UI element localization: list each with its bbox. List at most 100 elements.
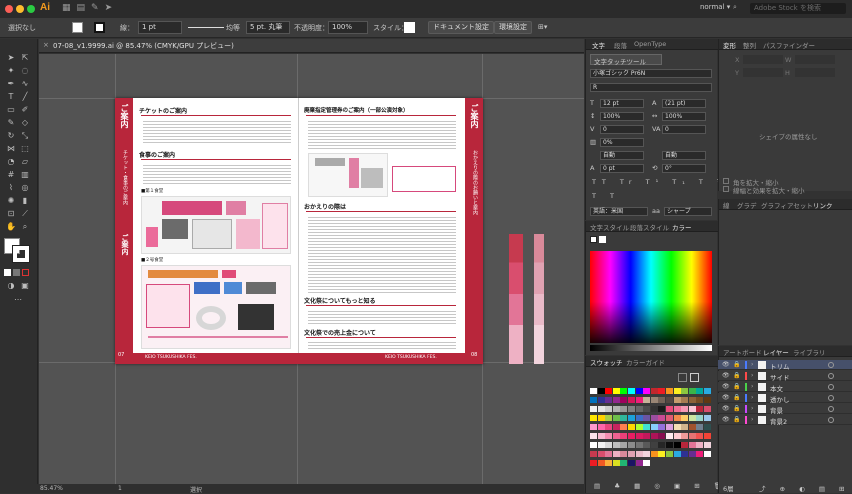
color-swatch[interactable] xyxy=(612,388,620,394)
color-swatch[interactable] xyxy=(650,451,658,457)
tab-character[interactable]: 文字 xyxy=(592,40,605,50)
visibility-eye-icon[interactable]: 👁 xyxy=(722,383,730,390)
color-swatch[interactable] xyxy=(597,388,605,394)
color-swatch[interactable] xyxy=(605,415,613,421)
color-swatch[interactable] xyxy=(628,388,635,394)
color-swatch[interactable] xyxy=(681,424,689,430)
color-swatch[interactable] xyxy=(688,406,696,412)
stroke-width-field[interactable]: 1 pt xyxy=(138,21,182,34)
grayscale-ramp[interactable] xyxy=(590,345,712,351)
layer-name[interactable]: サイド xyxy=(770,372,790,382)
color-swatch[interactable] xyxy=(597,451,605,457)
lasso-icon[interactable]: ◌ xyxy=(20,66,30,76)
color-swatch[interactable] xyxy=(673,451,681,457)
color-swatch[interactable] xyxy=(605,397,613,403)
tab-gradient[interactable]: グラデ xyxy=(737,200,757,210)
color-swatch[interactable] xyxy=(635,442,643,448)
color-swatch[interactable] xyxy=(605,388,613,394)
close-window-button[interactable] xyxy=(5,5,13,13)
color-swatch[interactable] xyxy=(643,424,651,430)
layer-row[interactable]: 👁 🔒 › 背景2 xyxy=(718,415,852,426)
pen-tool-icon[interactable]: ✒ xyxy=(6,79,16,89)
shaper-icon[interactable]: ✎ xyxy=(6,118,16,128)
color-swatch[interactable] xyxy=(590,415,597,421)
layer-row[interactable]: 👁 🔒 › サイド xyxy=(718,371,852,382)
font-size-field[interactable]: 12 pt xyxy=(600,99,644,108)
pen-icon[interactable]: ✎ xyxy=(91,3,105,13)
color-swatch[interactable] xyxy=(643,433,651,439)
color-swatch[interactable] xyxy=(635,388,643,394)
color-swatch[interactable] xyxy=(620,415,628,421)
color-swatch[interactable] xyxy=(681,406,689,412)
color-swatch[interactable] xyxy=(650,406,658,412)
layer-name[interactable]: 透かし xyxy=(770,394,790,404)
layer-footer-icons[interactable]: ⤴ ⊕ ◐ ▤ ⊞ 🗑 xyxy=(759,483,852,493)
tab-color-guide[interactable]: カラーガイド xyxy=(626,357,665,367)
color-swatch[interactable] xyxy=(681,388,689,394)
color-swatch[interactable] xyxy=(590,451,597,457)
horizontal-scale-field[interactable]: 100% xyxy=(662,112,706,121)
color-swatch[interactable] xyxy=(590,433,597,439)
color-swatch[interactable] xyxy=(673,406,681,412)
color-swatch[interactable] xyxy=(704,433,711,439)
color-swatch[interactable] xyxy=(666,433,673,439)
color-swatch[interactable] xyxy=(704,388,711,394)
zoom-window-button[interactable] xyxy=(27,5,35,13)
color-swatch[interactable] xyxy=(620,388,628,394)
visibility-eye-icon[interactable]: 👁 xyxy=(722,361,730,368)
lock-icon[interactable]: 🔒 xyxy=(733,416,740,423)
aki-left-select[interactable]: 自動 xyxy=(600,151,644,160)
graph-tool-icon[interactable]: ▮ xyxy=(20,196,30,206)
curvature-icon[interactable]: ∿ xyxy=(20,79,30,89)
stroke-color-swatch[interactable] xyxy=(94,22,105,33)
color-swatch[interactable] xyxy=(658,415,666,421)
tab-paragraph[interactable]: 段落 xyxy=(614,40,627,50)
color-swatch[interactable] xyxy=(605,460,613,466)
free-transform-icon[interactable]: ⬚ xyxy=(20,144,30,154)
color-swatch[interactable] xyxy=(666,415,673,421)
color-swatch[interactable] xyxy=(620,406,628,412)
target-icon[interactable] xyxy=(828,406,834,412)
color-swatch[interactable] xyxy=(696,406,704,412)
color-swatch[interactable] xyxy=(612,460,620,466)
fill-indicator[interactable] xyxy=(590,236,597,243)
tab-pathfinder[interactable]: パスファインダー xyxy=(763,40,815,50)
target-icon[interactable] xyxy=(828,384,834,390)
color-swatch[interactable] xyxy=(628,415,635,421)
color-swatch[interactable] xyxy=(658,442,666,448)
color-swatch[interactable] xyxy=(650,433,658,439)
tab-align[interactable]: 整列 xyxy=(743,40,756,50)
profile-select[interactable]: 均等 xyxy=(226,23,240,33)
color-swatch[interactable] xyxy=(628,397,635,403)
color-swatch[interactable] xyxy=(658,406,666,412)
expand-arrow-icon[interactable]: › xyxy=(751,383,753,390)
color-swatch[interactable] xyxy=(696,388,704,394)
color-swatch[interactable] xyxy=(597,406,605,412)
font-family-select[interactable]: 小塚ゴシック Pr6N xyxy=(590,69,712,78)
color-swatch[interactable] xyxy=(612,397,620,403)
close-tab-icon[interactable]: × xyxy=(43,41,49,49)
rectangle-tool-icon[interactable]: ▭ xyxy=(6,105,16,115)
color-swatch[interactable] xyxy=(696,442,704,448)
color-swatch[interactable] xyxy=(620,397,628,403)
visibility-eye-icon[interactable]: 👁 xyxy=(722,416,730,423)
ruby-buttons[interactable]: T T xyxy=(592,192,620,200)
language-select[interactable]: 英語：米国 xyxy=(590,207,648,216)
color-swatch[interactable] xyxy=(635,460,643,466)
color-mode-icon[interactable] xyxy=(4,269,11,276)
gradient-mode-icon[interactable] xyxy=(13,269,20,276)
color-swatch[interactable] xyxy=(605,451,613,457)
target-icon[interactable] xyxy=(828,395,834,401)
visibility-eye-icon[interactable]: 👁 xyxy=(722,372,730,379)
line-tool-icon[interactable]: ╱ xyxy=(20,92,30,102)
color-swatch[interactable] xyxy=(635,406,643,412)
scale-corners-checkbox[interactable] xyxy=(723,178,729,184)
color-swatch[interactable] xyxy=(666,451,673,457)
tab-char-style[interactable]: 文字スタイル xyxy=(590,222,629,232)
draw-mode-icon[interactable]: ◑ xyxy=(6,281,16,291)
color-swatch[interactable] xyxy=(597,415,605,421)
color-swatch[interactable] xyxy=(666,388,673,394)
preferences-button[interactable]: 環境設定 xyxy=(494,21,532,34)
color-swatch[interactable] xyxy=(628,442,635,448)
tab-artboards[interactable]: アートボード xyxy=(723,347,762,357)
